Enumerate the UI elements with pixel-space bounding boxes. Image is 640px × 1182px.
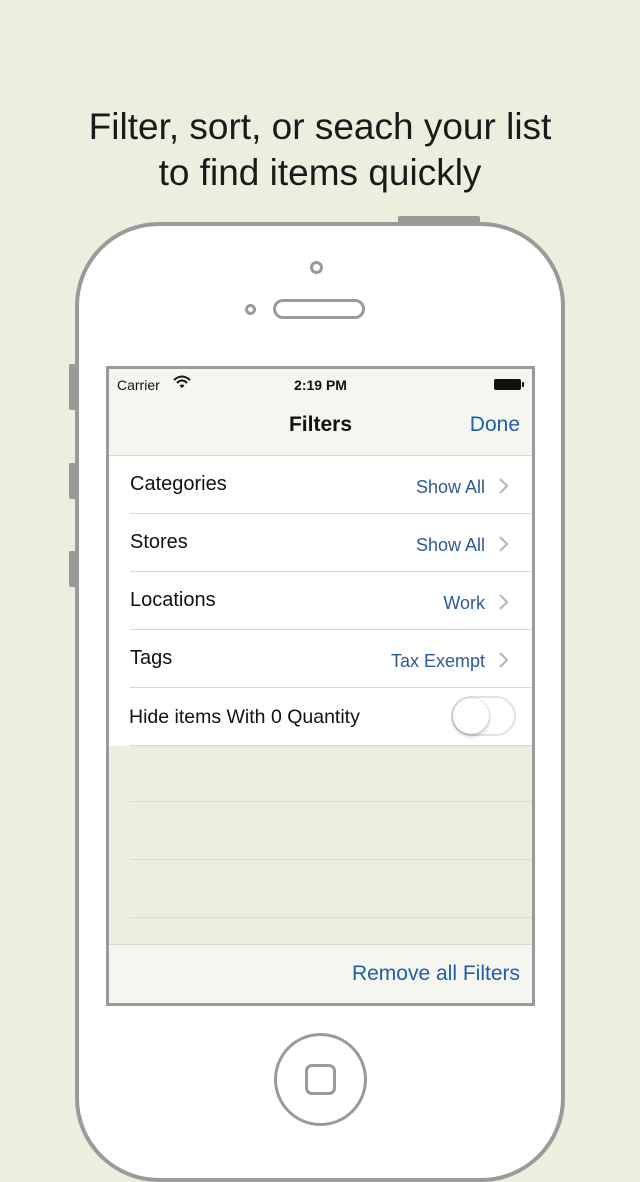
filter-row-stores[interactable]: Stores Show All	[130, 514, 532, 572]
bottom-toolbar: Remove all Filters	[109, 944, 532, 1003]
filter-label: Locations	[130, 589, 216, 611]
filter-value: Show All	[415, 477, 485, 497]
hide-zero-quantity-toggle[interactable]	[451, 696, 516, 736]
filter-label: Tags	[130, 647, 173, 669]
chevron-right-icon	[499, 594, 509, 610]
status-time: 2:19 PM	[294, 377, 347, 393]
filter-value: Show All	[415, 535, 485, 555]
page-title: Filters	[288, 413, 353, 436]
promo-headline: Filter, sort, or seach your list to find…	[0, 104, 640, 196]
battery-icon	[494, 379, 524, 390]
phone-screen: Carrier 2:19 PM Filters Done Categories …	[106, 366, 535, 1006]
hide-zero-quantity-label: Hide items With 0 Quantity	[129, 706, 360, 728]
filter-label: Categories	[130, 473, 227, 495]
empty-row	[130, 803, 532, 860]
navigation-bar: Carrier 2:19 PM Filters Done	[109, 369, 532, 456]
headline-line-1: Filter, sort, or seach your list	[88, 106, 552, 147]
home-square-icon	[305, 1064, 336, 1095]
sensor-icon	[245, 304, 256, 315]
filter-label: Stores	[130, 531, 188, 553]
toggle-knob	[453, 698, 489, 734]
remove-all-filters-button[interactable]: Remove all Filters	[352, 962, 520, 986]
hide-zero-quantity-row: Hide items With 0 Quantity	[129, 688, 532, 746]
status-bar: Carrier 2:19 PM	[109, 369, 532, 399]
filter-value: Work	[443, 593, 485, 613]
headline-line-2: to find items quickly	[158, 152, 482, 193]
chevron-right-icon	[499, 478, 509, 494]
filter-row-categories[interactable]: Categories Show All	[130, 456, 532, 514]
filter-row-tags[interactable]: Tags Tax Exempt	[130, 630, 532, 688]
front-camera-icon	[310, 261, 323, 274]
filter-row-locations[interactable]: Locations Work	[130, 572, 532, 630]
chevron-right-icon	[499, 536, 509, 552]
home-button[interactable]	[274, 1033, 367, 1126]
empty-table-area	[130, 745, 532, 919]
filter-list: Categories Show All Stores Show All Loca…	[109, 456, 532, 746]
empty-row	[130, 861, 532, 918]
filter-value: Tax Exempt	[390, 651, 485, 671]
earpiece-speaker	[273, 299, 365, 319]
done-button[interactable]: Done	[470, 413, 520, 437]
empty-row	[130, 745, 532, 802]
chevron-right-icon	[499, 652, 509, 668]
